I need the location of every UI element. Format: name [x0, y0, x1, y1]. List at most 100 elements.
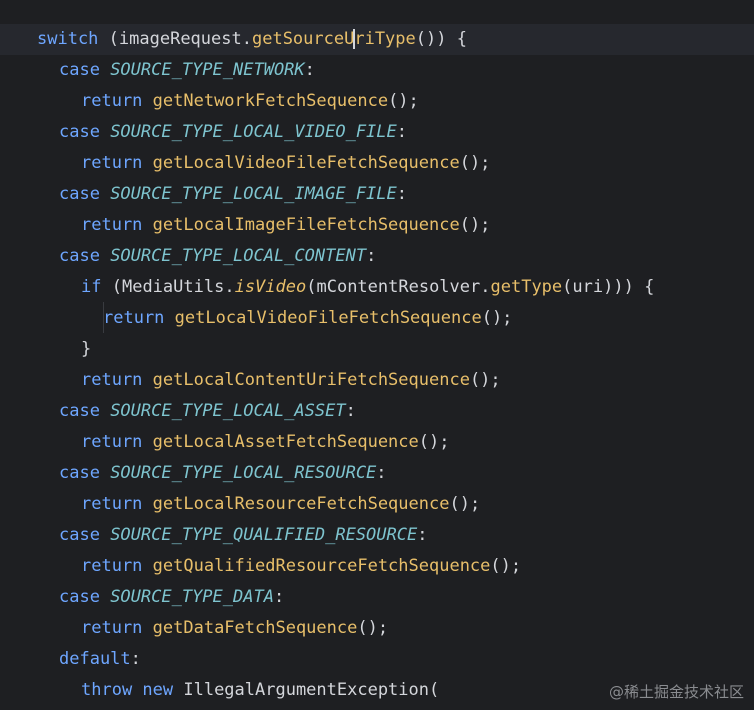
code-line[interactable]: case SOURCE_TYPE_LOCAL_VIDEO_FILE: [0, 117, 754, 148]
code-line[interactable]: return getLocalResourceFetchSequence(); [0, 489, 754, 520]
code-line[interactable]: return getLocalVideoFileFetchSequence(); [0, 303, 754, 334]
code-line[interactable]: default: [0, 644, 754, 675]
code-line[interactable]: return getLocalVideoFileFetchSequence(); [0, 148, 754, 179]
code-line-content: return getLocalVideoFileFetchSequence(); [81, 148, 490, 179]
code-token: case [59, 525, 111, 545]
code-token: : [396, 122, 408, 142]
code-line-content: case SOURCE_TYPE_DATA: [59, 582, 284, 613]
code-line-content: if (MediaUtils.isVideo(mContentResolver.… [81, 272, 654, 303]
code-line-content: switch (imageRequest.getSourceUriType())… [37, 24, 467, 55]
code-token: return [81, 432, 153, 452]
code-token: ( [429, 680, 440, 700]
code-token: : [366, 246, 377, 266]
code-token: case [59, 246, 111, 266]
code-line[interactable]: if (MediaUtils.isVideo(mContentResolver.… [0, 272, 754, 303]
code-line[interactable]: case SOURCE_TYPE_LOCAL_IMAGE_FILE: [0, 179, 754, 210]
code-token: throw new [81, 680, 184, 700]
code-line-content: return getLocalContentUriFetchSequence()… [81, 365, 501, 396]
code-line-content: return getNetworkFetchSequence(); [81, 86, 419, 117]
code-line[interactable]: switch (imageRequest.getSourceUriType())… [0, 24, 754, 55]
code-line[interactable]: case SOURCE_TYPE_LOCAL_CONTENT: [0, 241, 754, 272]
code-line[interactable]: } [0, 334, 754, 365]
code-token: ( [111, 277, 122, 297]
code-token: getLocalImageFileFetchSequence [152, 215, 460, 235]
code-token: case [59, 122, 111, 142]
code-line-content: return getDataFetchSequence(); [81, 613, 388, 644]
code-token: return [81, 215, 153, 235]
code-token: (); [418, 432, 450, 452]
code-line-content: default: [59, 644, 141, 675]
code-token: ))) { [603, 277, 655, 297]
code-token: : [130, 649, 141, 669]
code-line[interactable]: return getQualifiedResourceFetchSequence… [0, 551, 754, 582]
code-line-content: case SOURCE_TYPE_NETWORK: [59, 55, 315, 86]
code-token: getDataFetchSequence [152, 618, 358, 638]
code-token: SOURCE_TYPE_LOCAL_RESOURCE [110, 463, 377, 483]
code-line-content: case SOURCE_TYPE_LOCAL_VIDEO_FILE: [59, 117, 407, 148]
code-token: return [81, 618, 153, 638]
code-line[interactable]: case SOURCE_TYPE_DATA: [0, 582, 754, 613]
code-line-content: case SOURCE_TYPE_LOCAL_CONTENT: [59, 241, 376, 272]
code-token: SOURCE_TYPE_QUALIFIED_RESOURCE [110, 525, 418, 545]
code-line[interactable]: case SOURCE_TYPE_QUALIFIED_RESOURCE: [0, 520, 754, 551]
code-token: getLocalVideoFileFetchSequence [174, 308, 482, 328]
code-token: : [417, 525, 428, 545]
code-line[interactable]: case SOURCE_TYPE_LOCAL_ASSET: [0, 396, 754, 427]
code-line-content: return getLocalResourceFetchSequence(); [81, 489, 480, 520]
code-token: SOURCE_TYPE_DATA [110, 587, 274, 607]
code-token: isVideo [234, 277, 307, 297]
code-token: ( [562, 277, 573, 297]
code-line-content: } [81, 334, 91, 365]
code-line[interactable]: return getLocalAssetFetchSequence(); [0, 427, 754, 458]
code-token: case [59, 184, 111, 204]
code-token: SOURCE_TYPE_LOCAL_VIDEO_FILE [110, 122, 397, 142]
code-token: (); [490, 556, 522, 576]
code-line-content: return getQualifiedResourceFetchSequence… [81, 551, 521, 582]
code-token: return [81, 494, 153, 514]
code-token: getSourceU [251, 29, 355, 49]
code-token: (); [459, 153, 491, 173]
code-token: SOURCE_TYPE_LOCAL_IMAGE_FILE [110, 184, 397, 204]
code-token: getLocalContentUriFetchSequence [152, 370, 470, 390]
code-token: default [59, 649, 131, 669]
code-token: getType [490, 277, 563, 297]
code-token: IllegalArgumentException [183, 680, 429, 700]
code-token: return [81, 91, 153, 111]
code-token: mContentResolver [316, 277, 481, 297]
code-token: } [81, 339, 92, 359]
code-line-content: return getLocalAssetFetchSequence(); [81, 427, 449, 458]
code-line[interactable]: return getLocalContentUriFetchSequence()… [0, 365, 754, 396]
code-editor[interactable]: switch (imageRequest.getSourceUriType())… [0, 0, 754, 710]
code-token: getLocalVideoFileFetchSequence [152, 153, 460, 173]
code-line[interactable]: return getLocalImageFileFetchSequence(); [0, 210, 754, 241]
code-token: getNetworkFetchSequence [152, 91, 389, 111]
code-line-content: case SOURCE_TYPE_QUALIFIED_RESOURCE: [59, 520, 427, 551]
code-token: getQualifiedResourceFetchSequence [152, 556, 491, 576]
code-token: (); [481, 308, 513, 328]
code-token: return [81, 370, 153, 390]
code-token: : [396, 184, 408, 204]
code-line[interactable]: case SOURCE_TYPE_NETWORK: [0, 55, 754, 86]
code-token: SOURCE_TYPE_NETWORK [110, 60, 305, 80]
code-token: : [304, 60, 315, 80]
code-token: ( [306, 277, 317, 297]
code-line[interactable]: return getDataFetchSequence(); [0, 613, 754, 644]
code-token: : [345, 401, 356, 421]
code-token: (); [388, 91, 419, 111]
watermark: @稀土掘金技术社区 [608, 683, 744, 701]
code-line-content: case SOURCE_TYPE_LOCAL_ASSET: [59, 396, 356, 427]
code-token: case [59, 587, 111, 607]
code-token: getLocalResourceFetchSequence [152, 494, 450, 514]
code-token: (); [469, 370, 501, 390]
code-token: : [376, 463, 387, 483]
code-token: uri [572, 277, 604, 297]
code-line[interactable]: case SOURCE_TYPE_LOCAL_RESOURCE: [0, 458, 754, 489]
code-token: . [224, 277, 235, 297]
code-token: case [59, 60, 111, 80]
code-token: return [103, 308, 175, 328]
code-line-content: return getLocalImageFileFetchSequence(); [81, 210, 490, 241]
code-line-content: case SOURCE_TYPE_LOCAL_IMAGE_FILE: [59, 179, 407, 210]
code-token: return [81, 153, 153, 173]
code-token: : [273, 587, 285, 607]
code-line[interactable]: return getNetworkFetchSequence(); [0, 86, 754, 117]
